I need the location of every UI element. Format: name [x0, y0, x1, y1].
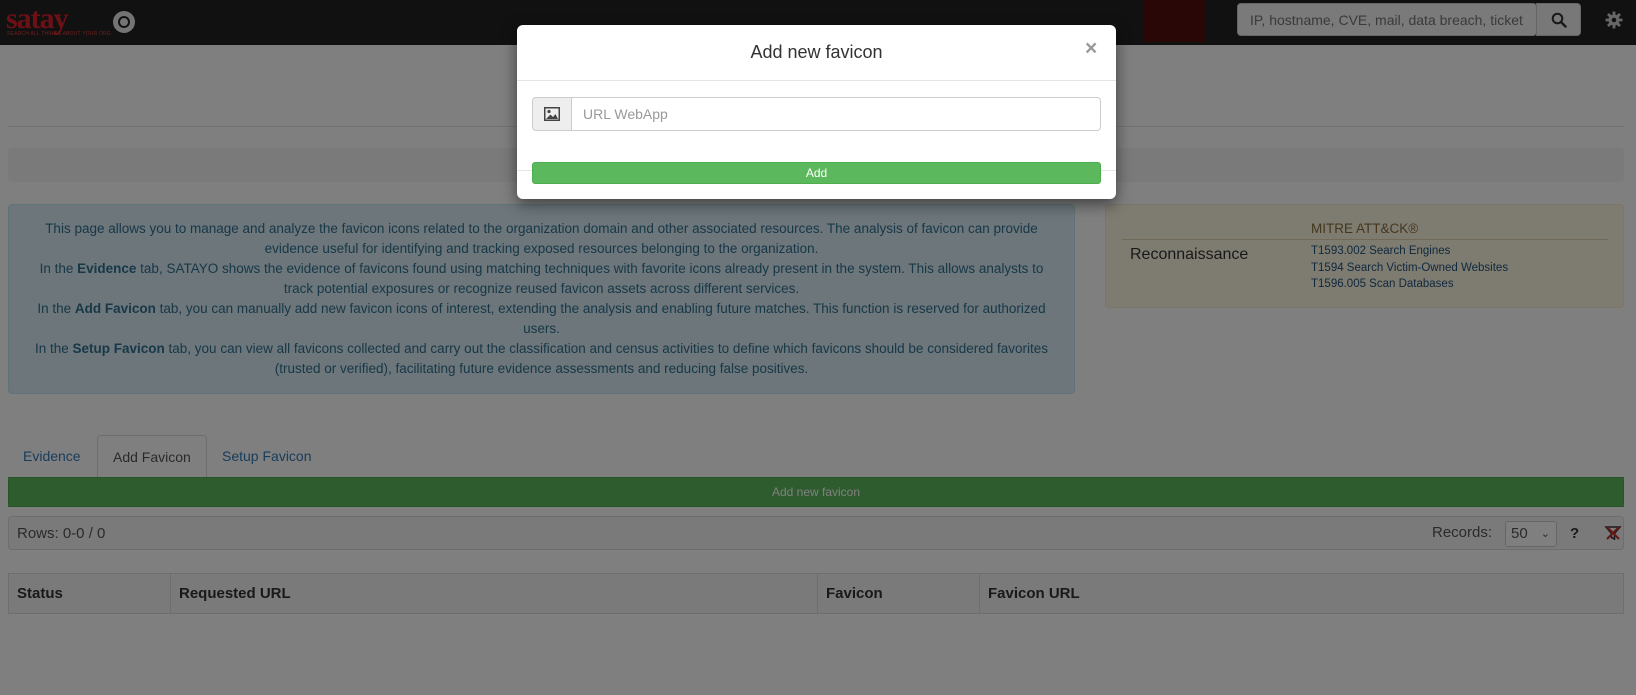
add-favicon-modal: Add new favicon × Add: [517, 25, 1116, 199]
modal-body: [517, 82, 1116, 171]
add-button[interactable]: Add: [532, 162, 1101, 184]
close-icon[interactable]: ×: [1085, 37, 1097, 61]
image-icon: [544, 107, 560, 121]
modal-title: Add new favicon: [750, 42, 883, 62]
input-addon: [532, 97, 572, 131]
url-webapp-input[interactable]: [571, 97, 1101, 131]
modal-header: Add new favicon ×: [517, 25, 1116, 81]
